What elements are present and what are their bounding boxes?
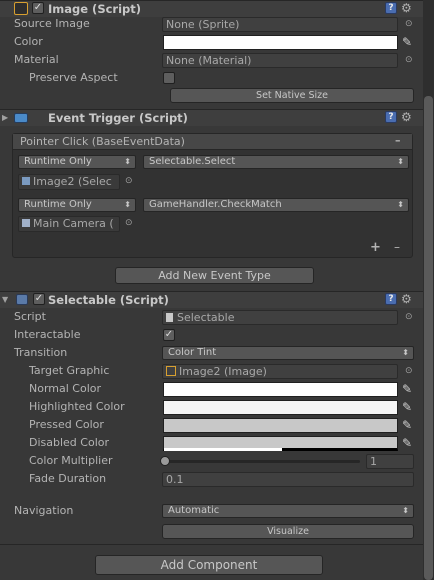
navigation-dropdown[interactable]: Automatic ⬍ [162, 504, 414, 518]
foldout-arrow-icon[interactable]: ▶ [2, 113, 8, 122]
disabled-color-swatch[interactable] [163, 436, 398, 451]
source-image-field[interactable]: None (Sprite) [162, 17, 398, 32]
add-call-button[interactable]: + [370, 240, 381, 255]
interactable-checkbox[interactable]: ✓ [163, 329, 175, 341]
target-graphic-field[interactable]: Image2 (Image) [162, 364, 398, 379]
function-dropdown[interactable]: GameHandler.CheckMatch ⬍ [143, 198, 409, 212]
selectable-component-icon [16, 294, 28, 305]
object-picker-icon[interactable]: ⊙ [405, 313, 413, 322]
alpha-bar [164, 448, 282, 451]
disabled-color-label: Disabled Color [29, 436, 110, 449]
pressed-color-label: Pressed Color [29, 418, 104, 431]
script-file-icon [166, 313, 173, 322]
add-component-button[interactable]: Add Component [95, 555, 323, 575]
event-trigger-header[interactable]: ▶ Event Trigger (Script) ? ⚙ [0, 109, 423, 126]
dropdown-arrow-icon: ⬍ [402, 506, 409, 515]
color-multiplier-label: Color Multiplier [29, 454, 113, 467]
image-object-icon [166, 366, 176, 376]
event-entry-title: Pointer Click (BaseEventData) [20, 135, 185, 148]
image-component-title: Image (Script) [48, 2, 142, 16]
image-color-swatch[interactable] [163, 35, 398, 50]
navigation-label: Navigation [14, 504, 74, 517]
eyedropper-icon[interactable]: ✎ [402, 419, 412, 431]
color-label: Color [14, 35, 43, 48]
object-picker-icon[interactable]: ⊙ [125, 219, 133, 228]
help-icon[interactable]: ? [385, 111, 397, 123]
eyedropper-icon[interactable]: ✎ [402, 36, 412, 48]
scrollbar-thumb[interactable] [424, 96, 433, 580]
gear-icon[interactable]: ⚙ [401, 2, 412, 14]
eyedropper-icon[interactable]: ✎ [402, 383, 412, 395]
help-icon[interactable]: ? [385, 2, 397, 14]
object-picker-icon[interactable]: ⊙ [405, 56, 413, 65]
dropdown-arrow-icon: ⬍ [402, 348, 409, 357]
pressed-color-swatch[interactable] [163, 418, 398, 433]
object-picker-icon[interactable]: ⊙ [405, 20, 413, 29]
visualize-button[interactable]: Visualize [162, 524, 414, 539]
divider [0, 544, 423, 545]
object-picker-icon[interactable]: ⊙ [405, 367, 413, 376]
script-label: Script [14, 310, 46, 323]
material-field[interactable]: None (Material) [162, 53, 398, 68]
target-graphic-label: Target Graphic [29, 364, 110, 377]
remove-call-button[interactable]: – [394, 240, 400, 254]
selectable-component-title: Selectable (Script) [48, 293, 169, 307]
help-icon[interactable]: ? [385, 293, 397, 305]
remove-entry-button[interactable]: – [395, 134, 401, 147]
camera-object-icon [22, 219, 30, 227]
color-multiplier-field[interactable]: 1 [366, 454, 414, 469]
gear-icon[interactable]: ⚙ [401, 111, 412, 123]
interactable-label: Interactable [14, 328, 81, 341]
event-entry-panel: Pointer Click (BaseEventData) – Runtime … [12, 133, 413, 258]
image-object-icon [22, 177, 30, 185]
transition-label: Transition [14, 346, 68, 359]
script-field: Selectable [162, 310, 398, 325]
eyedropper-icon[interactable]: ✎ [402, 401, 412, 413]
dropdown-arrow-icon: ⬍ [124, 157, 131, 166]
preserve-aspect-checkbox[interactable] [163, 72, 175, 84]
source-image-label: Source Image [14, 17, 90, 30]
add-new-event-type-button[interactable]: Add New Event Type [115, 267, 314, 284]
fade-duration-label: Fade Duration [29, 472, 107, 485]
image-component-header[interactable]: ✓ Image (Script) ? ⚙ [0, 0, 423, 17]
object-picker-icon[interactable]: ⊙ [125, 177, 133, 186]
highlighted-color-label: Highlighted Color [29, 400, 125, 413]
dropdown-arrow-icon: ⬍ [397, 200, 404, 209]
dropdown-arrow-icon: ⬍ [397, 157, 404, 166]
target-object-field[interactable]: Main Camera ( [18, 216, 120, 232]
event-entry-header: Pointer Click (BaseEventData) – [13, 134, 412, 150]
fade-duration-field[interactable]: 0.1 [162, 472, 414, 487]
eyedropper-icon[interactable]: ✎ [402, 437, 412, 449]
color-multiplier-slider-track[interactable] [164, 460, 360, 463]
event-trigger-title: Event Trigger (Script) [48, 111, 188, 125]
dropdown-arrow-icon: ⬍ [124, 200, 131, 209]
vertical-scrollbar[interactable] [423, 0, 434, 580]
script-icon [14, 113, 28, 123]
normal-color-swatch[interactable] [163, 382, 398, 397]
runtime-mode-dropdown[interactable]: Runtime Only ⬍ [18, 155, 136, 169]
runtime-mode-dropdown[interactable]: Runtime Only ⬍ [18, 198, 136, 212]
color-multiplier-slider-knob[interactable] [160, 456, 170, 466]
preserve-aspect-label: Preserve Aspect [29, 71, 118, 84]
transition-dropdown[interactable]: Color Tint ⬍ [162, 346, 414, 360]
function-dropdown[interactable]: Selectable.Select ⬍ [143, 155, 409, 169]
material-label: Material [14, 53, 59, 66]
normal-color-label: Normal Color [29, 382, 102, 395]
target-object-field[interactable]: Image2 (Selec [18, 174, 120, 190]
image-component-icon [14, 2, 28, 15]
selectable-component-header[interactable]: ▼ ✓ Selectable (Script) ? ⚙ [0, 291, 423, 308]
image-enabled-checkbox[interactable]: ✓ [32, 2, 44, 14]
selectable-enabled-checkbox[interactable]: ✓ [33, 293, 45, 305]
gear-icon[interactable]: ⚙ [401, 293, 412, 305]
foldout-arrow-icon[interactable]: ▼ [2, 295, 8, 304]
highlighted-color-swatch[interactable] [163, 400, 398, 415]
set-native-size-button[interactable]: Set Native Size [170, 88, 414, 103]
